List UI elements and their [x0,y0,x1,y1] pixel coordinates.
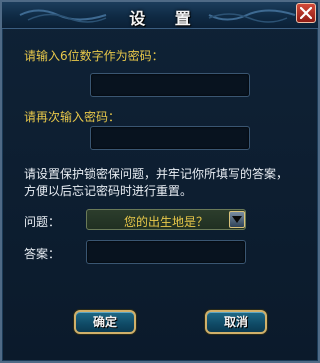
dropdown-arrow-button[interactable] [229,211,245,228]
instructions-line-2: 方便以后忘记密码时进行重置。 [24,184,193,198]
settings-dialog: 设 置 请输入6位数字作为密码： 请再次输入密码： 请设置保护锁密保问题，并牢记… [0,0,320,363]
dialog-title: 设 置 [129,9,203,28]
confirm-button[interactable]: 确定 [74,310,136,334]
cancel-button[interactable]: 取消 [205,310,267,334]
confirm-password-input[interactable] [90,126,250,150]
close-icon [300,7,312,19]
instructions-line-1: 请设置保护锁密保问题，并牢记你所填写的答案， [24,167,289,181]
title-bar[interactable]: 设 置 [2,2,318,29]
chevron-down-icon [232,216,242,223]
security-question-select[interactable]: 您的出生地是？ [86,209,246,230]
password-input[interactable] [90,73,250,97]
password-label: 请输入6位数字作为密码： [24,49,164,63]
question-label: 问题： [24,215,61,229]
confirm-password-label: 请再次输入密码： [24,110,121,124]
close-button[interactable] [296,3,316,23]
answer-input[interactable] [86,240,246,264]
answer-label: 答案： [24,247,61,261]
security-question-value: 您的出生地是？ [123,215,208,229]
